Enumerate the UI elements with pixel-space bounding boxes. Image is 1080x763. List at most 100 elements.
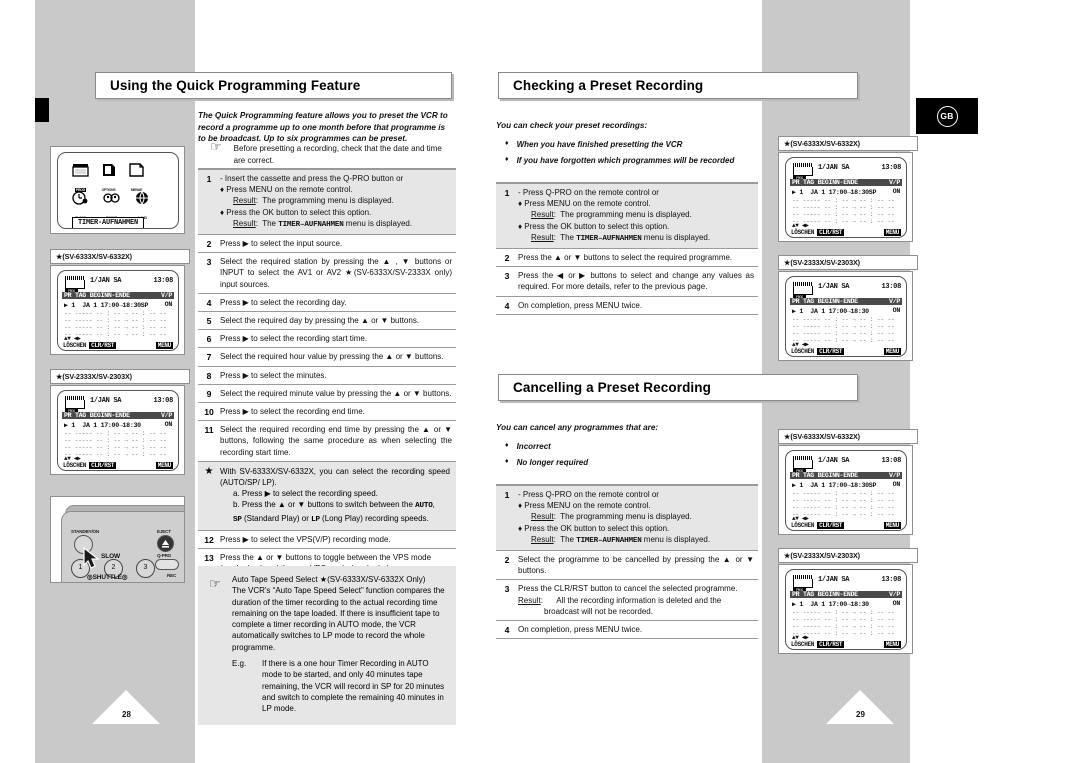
- menu-key[interactable]: MENU: [883, 229, 901, 236]
- menu-screen-panel: PROG OPTIONS MENUE TIMER-AUFNAHMEN: [50, 146, 185, 234]
- diamond-icon: ♦: [505, 442, 509, 449]
- menu-key[interactable]: MENU: [155, 462, 173, 469]
- osd-timer-recordings: PROG 1/JAN SA 13:08 PR TAG BEGINN-ENDE V…: [785, 157, 907, 238]
- osd-date: 1/JAN SA: [818, 576, 850, 584]
- step-line: ♦ Press the OK button to select this opt…: [220, 207, 372, 217]
- step-row: 4 On completion, press MENU twice.: [496, 297, 758, 314]
- osd-row-content: ▶ 1 JA 1 17:00→18:30: [64, 422, 141, 429]
- step-body: Press ▶ to select the input source.: [220, 239, 343, 249]
- timer-screen-panel-4: PROG 1/JAN SA 13:08 PR TAG BEGINN-ENDE V…: [778, 271, 913, 361]
- osd-header-right: V/P: [889, 179, 900, 186]
- timer-screen-panel-1: PROG 1/JAN SA 13:08 PR TAG BEGINN-ENDE V…: [50, 265, 185, 355]
- clr-rst-key[interactable]: CLR/RST: [817, 348, 845, 355]
- panel-caption-right-1: ★(SV-6333X/SV-6332X): [778, 136, 918, 151]
- panel-caption-right-2: ★(SV-2333X/SV-2303X): [778, 255, 918, 270]
- selected-menu-item[interactable]: TIMER-AUFNAHMEN: [72, 217, 145, 228]
- bullet-text: If you have forgotten which programmes w…: [516, 156, 735, 165]
- step-number: 1: [206, 174, 212, 184]
- osd-row-vp: ON: [892, 307, 901, 314]
- delete-label: LÖSCHEN: [791, 641, 815, 648]
- globe-icon: [134, 191, 151, 206]
- clr-rst-key[interactable]: CLR/RST: [817, 229, 845, 236]
- clr-rst-key[interactable]: CLR/RST: [817, 641, 845, 648]
- step-body: Press ▶ to select the recording end time…: [220, 407, 365, 417]
- osd-datetime: 1/JAN SA 13:08: [818, 457, 901, 465]
- pointing-hand-icon: ☞: [210, 139, 222, 154]
- step-body: Select the required hour value by pressi…: [220, 352, 444, 362]
- clr-rst-key[interactable]: CLR/RST: [817, 522, 845, 529]
- osd-timer-recordings: PROG 1/JAN SA 13:08 PR TAG BEGINN-ENDE V…: [785, 569, 907, 650]
- step-row: 7 Select the required hour value by pres…: [198, 348, 456, 365]
- osd-header-left: PR TAG BEGINN-ENDE: [792, 179, 858, 186]
- step-body: Select the required station by pressing …: [220, 257, 452, 289]
- step-number: 7: [206, 352, 212, 363]
- osd-programme-row[interactable]: ▶ 1 JA 1 17:00→18:30 ON: [790, 307, 902, 315]
- menu-key[interactable]: MENU: [155, 342, 173, 349]
- osd-row-vp: ON: [892, 481, 901, 488]
- clr-rst-key[interactable]: CLR/RST: [89, 342, 117, 349]
- star-note-line1: With SV-6333X/SV-6332X, you can select t…: [220, 466, 450, 488]
- osd-header-left: PR TAG BEGINN-ENDE: [792, 472, 858, 479]
- osd-header-right: V/P: [161, 412, 172, 419]
- timer-screen-panel-3: PROG 1/JAN SA 13:08 PR TAG BEGINN-ENDE V…: [778, 152, 913, 242]
- region-badge: GB: [916, 98, 978, 134]
- osd-programme-row[interactable]: ▶ 1 JA 1 17:00→18:30SP ON: [790, 188, 902, 196]
- clr-rst-key[interactable]: CLR/RST: [89, 462, 117, 469]
- step-number: 2: [504, 253, 510, 264]
- panel-caption-left-1: ★(SV-6333X/SV-6332X): [50, 249, 190, 264]
- panel-caption-right-4: ★(SV-2333X/SV-2303X): [778, 548, 918, 563]
- osd-time: 13:08: [153, 277, 173, 285]
- osd-nav-hint: ▲▼ ◀▶: [64, 335, 81, 342]
- osd-nav-hint: ▲▼ ◀▶: [792, 341, 809, 348]
- osd-datetime: 1/JAN SA 13:08: [818, 164, 901, 172]
- osd-programme-row[interactable]: ▶ 1 JA 1 17:00→18:30SP ON: [790, 481, 902, 489]
- step-body: Select the required day by pressing the …: [220, 316, 420, 326]
- osd-timer-recordings: PROG 1/JAN SA 13:08 PR TAG BEGINN-ENDE V…: [57, 270, 179, 351]
- step-body: Press the CLR/RST button to cancel the s…: [518, 583, 758, 617]
- tape-icon: PROG: [65, 276, 85, 293]
- bonus-icon: [103, 191, 120, 206]
- number-button-3[interactable]: 3: [136, 559, 155, 578]
- osd-column-header: PR TAG BEGINN-ENDE V/P: [790, 179, 902, 186]
- eject-button[interactable]: [157, 535, 174, 552]
- menue-icon: [128, 163, 145, 178]
- page-number-right: 29: [856, 710, 865, 719]
- osd-empty-row: -- ----- -- : -- → -- : -- --: [792, 497, 895, 504]
- pointer-hand-cursor: [83, 547, 100, 569]
- menu-key[interactable]: MENU: [883, 522, 901, 529]
- osd-row-content: ▶ 1 JA 1 17:00→18:30SP: [792, 482, 877, 489]
- diamond-icon: ♦: [505, 458, 509, 465]
- step-row: 9 Select the required minute value by pr…: [198, 385, 456, 402]
- osd-row-vp: ON: [164, 421, 173, 428]
- osd-datetime: 1/JAN SA 13:08: [90, 397, 173, 405]
- bullet-list-cancelling: ♦ Incorrect ♦ No longer required: [505, 440, 755, 472]
- step-line: ♦ Press MENU on the remote control.: [518, 501, 651, 511]
- step-line: Result: The programming menu is displaye…: [531, 512, 692, 522]
- osd-programme-row[interactable]: ▶ 1 JA 1 17:00→18:30 ON: [790, 600, 902, 608]
- tape-icon: PROG: [793, 282, 813, 299]
- step-line: ♦ Press MENU on the remote control.: [518, 199, 651, 209]
- osd-programme-row[interactable]: ▶ 1 JA 1 17:00→18:30 ON: [62, 421, 174, 429]
- menu-key[interactable]: MENU: [883, 348, 901, 355]
- qpro-button[interactable]: [155, 559, 179, 570]
- page-title-checking-preset: Checking a Preset Recording: [498, 72, 858, 99]
- bullet-text: No longer required: [516, 458, 589, 467]
- osd-programme-row[interactable]: ▶ 1 JA 1 17:00→18:30SP ON: [62, 301, 174, 309]
- osd-nav-hint: ▲▼ ◀▶: [792, 515, 809, 522]
- step-number: 4: [504, 625, 510, 636]
- menu-key[interactable]: MENU: [883, 641, 901, 648]
- delete-label: LÖSCHEN: [791, 348, 815, 355]
- osd-header-left: PR TAG BEGINN-ENDE: [64, 292, 130, 299]
- step-row: 5 Select the required day by pressing th…: [198, 312, 456, 329]
- heading-text: Checking a Preset Recording: [513, 78, 704, 93]
- osd-footer: LÖSCHEN CLR/RST MENU: [791, 229, 901, 236]
- manual-page-spread: GB Using the Quick Programming Feature T…: [0, 0, 1080, 763]
- diamond-icon: ♦: [505, 140, 509, 147]
- osd-date: 1/JAN SA: [818, 457, 850, 465]
- step-body: - Press Q-PRO on the remote control or ♦…: [518, 489, 758, 547]
- osd-row-vp: ON: [892, 188, 901, 195]
- bullet-text: When you have finished presetting the VC…: [516, 140, 683, 149]
- step-line: Result: The programming menu is displaye…: [233, 196, 394, 206]
- delete-label: LÖSCHEN: [791, 229, 815, 236]
- step-body: Select the required minute value by pres…: [220, 388, 452, 398]
